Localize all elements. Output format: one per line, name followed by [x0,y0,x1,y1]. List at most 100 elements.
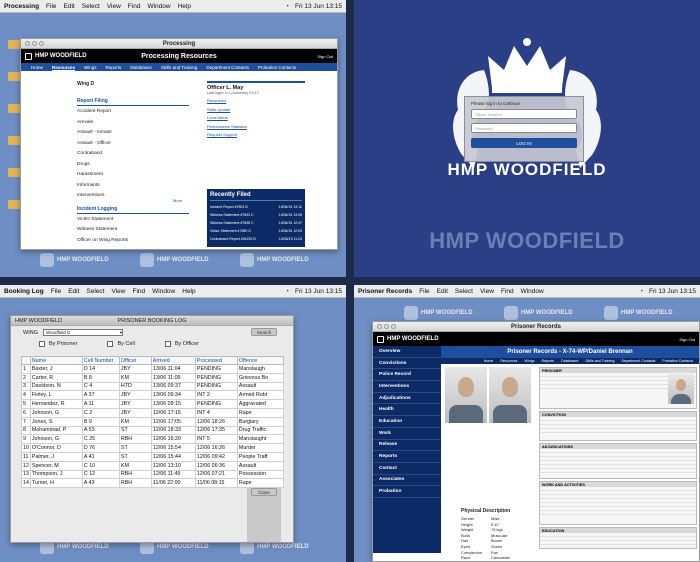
officer-link[interactable]: Performance Statistics [207,124,305,133]
sign-out-link[interactable]: Sign Out [317,54,333,59]
table-row[interactable]: 2 Carter, RB 8 KM 13/06 11:09 PENDING Grievou… [21,372,285,383]
menu-view[interactable]: View [480,288,494,295]
report-link[interactable]: Informants [77,183,189,194]
folder-icon[interactable] [8,200,20,209]
mugshot-profile[interactable] [445,367,487,423]
login-button[interactable]: LOG IN [471,138,577,148]
table-row[interactable]: 11 Palmer, JA 41 ST 12/06 15:44 12/06 09:42 P… [21,451,285,462]
wifi-icon[interactable]: ◔ [285,3,289,10]
nav-reports[interactable]: Reports [542,359,555,363]
menu-select[interactable]: Select [82,3,100,10]
sidebar-item-probation[interactable]: Probation [373,486,441,498]
menu-file[interactable]: File [46,3,56,10]
report-link[interactable]: Harassment [77,172,189,183]
sidebar-item-work[interactable]: Work [373,428,441,440]
list-item[interactable]: Visitor Statement #7880 G 13/06/15 12:03 [210,227,302,235]
menu-edit[interactable]: Edit [64,3,75,10]
menu-find[interactable]: Find [128,3,141,10]
wing-select[interactable]: Woodfield D ▾ [42,329,123,336]
report-link[interactable]: Assault - Inmate [77,130,189,141]
wifi-icon[interactable]: ◔ [285,288,289,295]
table-row[interactable]: 12 Spencer, MC 10 KM 12/06 13:10 12/06 06:36… [21,460,285,471]
nav-department-contacts[interactable]: Department Contacts [206,65,249,70]
close-button[interactable] [25,41,30,46]
nav-databases[interactable]: Databases [561,359,578,363]
nav-skills[interactable]: Skills and Training [585,359,614,363]
menu-find[interactable]: Find [501,288,514,295]
menu-app-name[interactable]: Prisoner Records [358,288,412,295]
incident-link[interactable]: Witness Statement [77,227,189,238]
zoom-button[interactable] [391,324,396,329]
menu-help[interactable]: Help [178,3,191,10]
table-row[interactable]: 6 Johnson, GC 2 JBY 12/06 17:15 INT 4 Rape [21,407,285,418]
site-logo[interactable]: HMP WOODFIELD [377,335,439,343]
wifi-icon[interactable]: ◔ [639,288,643,295]
column-header[interactable]: Arrived [150,356,196,365]
column-header[interactable]: Processed [194,356,238,365]
column-header[interactable]: Offence [236,356,285,365]
sidebar-item-reports[interactable]: Reports [373,451,441,463]
table-row[interactable]: 8 Mohammad, PA 53 ST 12/06 18:33 12/06 17:35… [21,425,285,436]
folder-icon[interactable] [8,168,20,177]
incident-link[interactable]: Victim Statement [77,217,189,228]
sidebar-item-contact[interactable]: Contact [373,463,441,475]
nav-department-contacts[interactable]: Department Contacts [621,359,655,363]
sidebar-item-interventions[interactable]: Interventions [373,381,441,393]
menu-window[interactable]: Window [152,288,175,295]
sidebar-item-police-record[interactable]: Police Record [373,369,441,382]
menu-view[interactable]: View [111,288,125,295]
nav-resources[interactable]: Resources [500,359,517,363]
sidebar-item-education[interactable]: Education [373,416,441,428]
by-officer-checkbox[interactable]: By Officer [164,341,199,347]
mugshot-front[interactable] [489,367,531,423]
more-link[interactable]: More [173,198,182,203]
report-link[interactable]: Contraband [77,151,189,162]
sign-out-link[interactable]: Sign Out [679,337,695,342]
sidebar-item-convictions[interactable]: Convictions [373,358,441,370]
officer-link[interactable]: Request Support [207,132,305,141]
table-row[interactable]: 3 Davidson, NC 4 HTD 13/06 09:37 PENDING Assa… [21,381,285,392]
officer-link[interactable]: Resources [207,98,305,107]
folder-icon[interactable] [8,104,20,113]
window-titlebar[interactable]: Prisoner Records [373,322,699,332]
folder-icon[interactable] [8,72,20,81]
nav-databases[interactable]: Databases [130,65,152,70]
table-row[interactable]: 10 O'Connor, DD 76 ST 12/06 15:54 12/06 16:2… [21,443,285,453]
menu-window[interactable]: Window [147,3,170,10]
list-item[interactable]: Incident Report #7824 B 13/06/15 13:12 [210,203,302,211]
sidebar-item-adjudications[interactable]: Adjudications [373,393,441,405]
minimize-button[interactable] [32,41,37,46]
officer-link[interactable]: Skills Update [207,107,305,116]
menu-app-name[interactable]: Booking Log [4,288,44,295]
sidebar-item-overview[interactable]: Overview [373,346,441,358]
list-item[interactable]: Witness Statement #7833 C 13/06/15 13:05 [210,211,302,219]
window-titlebar[interactable]: HMP WOODFIELD PRISONER BOOKING LOG [11,316,293,326]
clock[interactable]: Fri 13 Jun 13:15 [649,288,696,295]
table-row[interactable]: 7 Jones, SB 9 KM 12/06 17:05 12/06 18:26 Burg… [21,416,285,427]
table-row[interactable]: 9 Johnson, GC 25 RBH 12/06 16:20 INT 5 Mansla… [21,434,285,445]
table-row[interactable]: 13 Thompson, JC 12 RBH 12/06 11:45 12/06 07:… [21,469,285,480]
nav-wings[interactable]: Wings [525,359,535,363]
list-item[interactable]: Contraband Report #94232 B 13/06/15 11:23 [210,235,302,243]
clock[interactable]: Fri 13 Jun 13:15 [295,288,342,295]
nav-home[interactable]: Home [31,65,43,70]
folder-icon[interactable] [8,136,20,145]
menu-file[interactable]: File [51,288,61,295]
report-link[interactable]: Arrivals [77,120,189,131]
report-link[interactable]: Accident Report [77,109,189,120]
nav-wings[interactable]: Wings [84,65,97,70]
report-link[interactable]: Assault - Officer [77,141,189,152]
menu-edit[interactable]: Edit [437,288,448,295]
nav-probation-contacts[interactable]: Probation Contacts [258,65,296,70]
clock[interactable]: Fri 13 Jun 13:15 [295,3,342,10]
menu-app-name[interactable]: Processing [4,3,39,10]
list-item[interactable]: Witness Statement #7838 C 13/06/15 12:47 [210,219,302,227]
table-row[interactable]: 5 Hernandez, RA 11 JBY 13/06 09:15 PENDING Ag… [21,399,285,409]
folder-icon[interactable] [8,40,20,49]
table-row[interactable]: 14 Turner, HA 43 RBH 11/06 22:00 11/06 08:15… [21,478,285,489]
sidebar-item-associates[interactable]: Associates [373,475,441,487]
menu-select[interactable]: Select [86,288,104,295]
site-logo[interactable]: HMP WOODFIELD [25,52,87,60]
officer-number-input[interactable]: Officer Number [471,109,577,119]
window-titlebar[interactable]: Processing [21,39,337,49]
